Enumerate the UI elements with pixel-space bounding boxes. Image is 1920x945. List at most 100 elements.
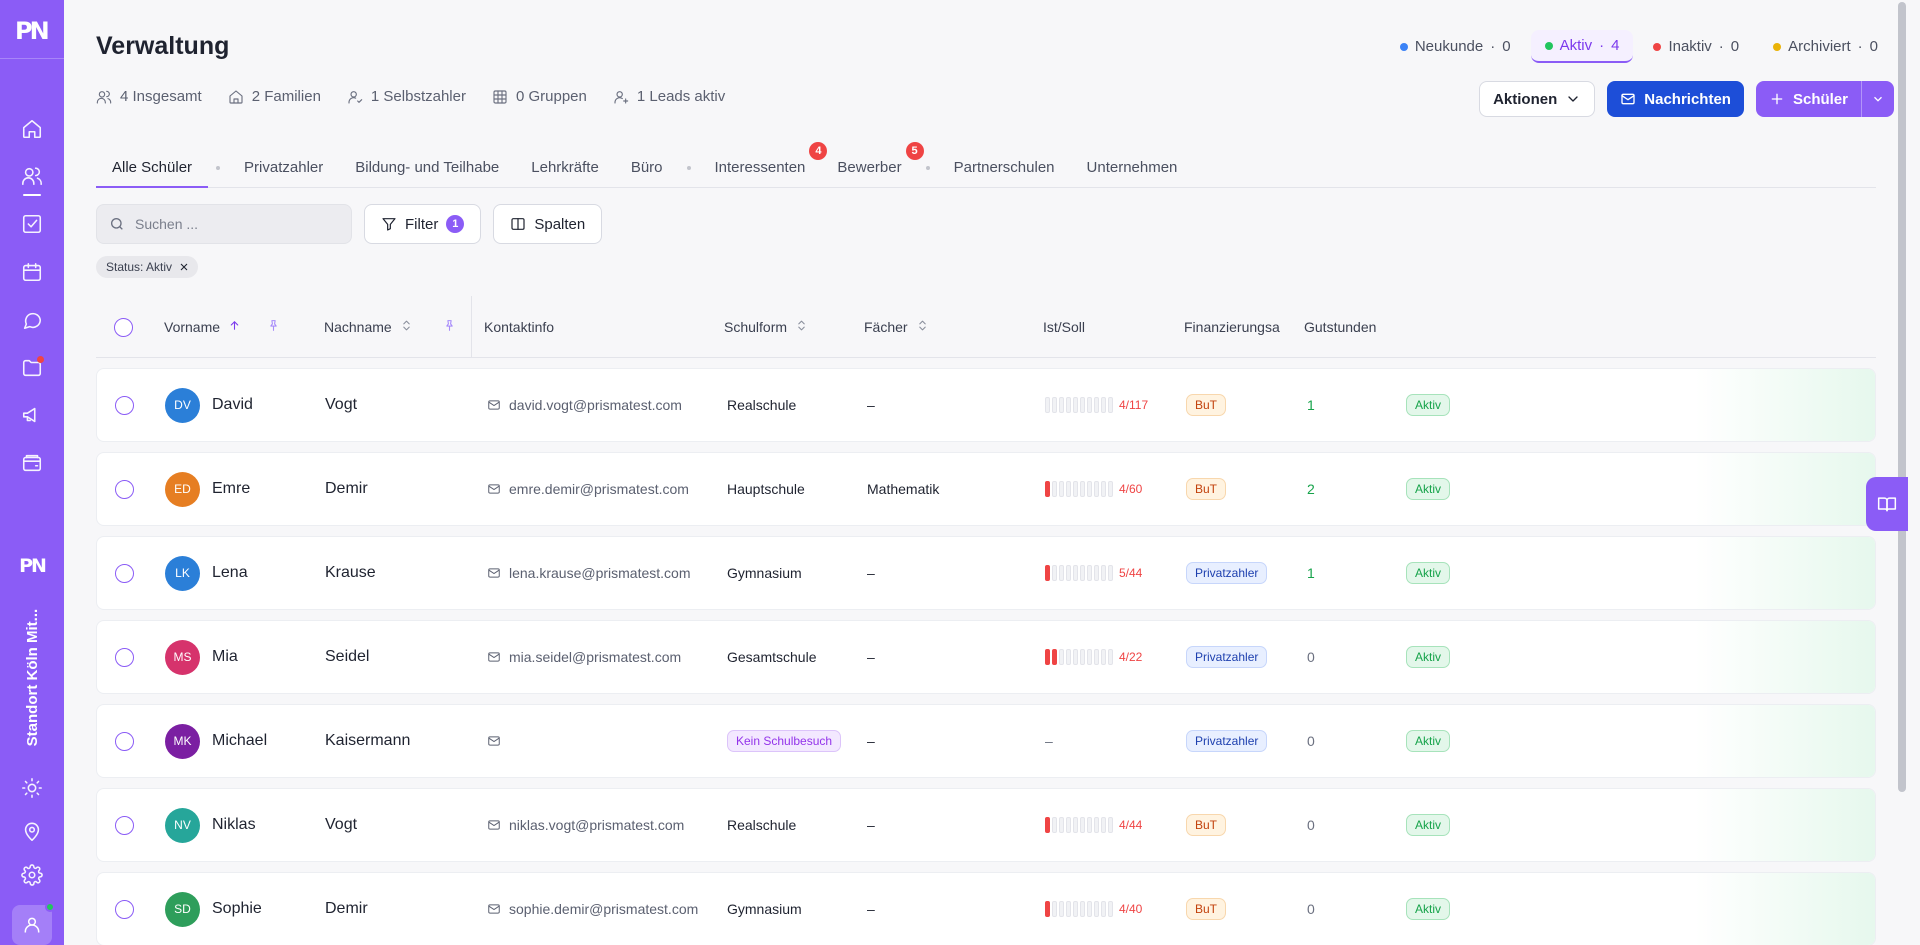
- filter-chip-label: Status: Aktiv: [106, 260, 173, 274]
- row-checkbox[interactable]: [115, 899, 134, 919]
- sidebar-item-locations[interactable]: [12, 812, 52, 852]
- columns-button[interactable]: Spalten: [493, 204, 603, 244]
- progress-segment: [1094, 481, 1099, 497]
- column-header-schulform[interactable]: Schulform: [724, 296, 808, 358]
- sidebar: PN PN Standort Köln Mit...: [0, 0, 64, 945]
- sidebar-item-calendar[interactable]: [12, 252, 52, 292]
- mail-icon: [488, 484, 500, 494]
- sort-button[interactable]: [916, 319, 929, 335]
- column-header-nachname[interactable]: Nachname: [324, 296, 456, 358]
- pin-icon: [270, 320, 277, 331]
- app-logo[interactable]: PN: [15, 14, 49, 46]
- contact-cell[interactable]: mia.seidel@prismatest.com: [487, 621, 681, 693]
- actions-dropdown-button[interactable]: Aktionen: [1479, 81, 1596, 117]
- filter-button[interactable]: Filter 1: [364, 204, 482, 244]
- status-tab-inaktiv[interactable]: Inaktiv · 0: [1639, 30, 1753, 63]
- tab-bewerber[interactable]: Bewerber 5: [821, 141, 924, 188]
- row-checkbox[interactable]: [115, 815, 134, 835]
- sidebar-item-wallet[interactable]: [12, 443, 52, 483]
- tab-unternehmen[interactable]: Unternehmen: [1071, 148, 1194, 188]
- mail-icon: [488, 400, 500, 410]
- sidebar-item-tasks[interactable]: [12, 204, 52, 244]
- progress-segment: [1073, 817, 1078, 833]
- row-checkbox[interactable]: [115, 647, 134, 667]
- contact-cell[interactable]: lena.krause@prismatest.com: [487, 537, 691, 609]
- status-tab-aktiv[interactable]: Aktiv · 4: [1530, 30, 1634, 63]
- stat-label: 1 Selbstzahler: [370, 88, 466, 105]
- user-avatar[interactable]: [12, 902, 55, 945]
- status-tab-archiviert[interactable]: Archiviert · 0: [1759, 30, 1892, 63]
- table-row[interactable]: LK Lena Krause lena.krause@prismatest.com Gy…: [96, 536, 1876, 610]
- close-icon[interactable]: [178, 261, 190, 273]
- status-badge: Aktiv: [1406, 898, 1451, 920]
- first-name-cell: DV David: [165, 369, 253, 441]
- select-all-checkbox[interactable]: [114, 317, 133, 337]
- help-docs-button[interactable]: [1866, 477, 1908, 531]
- pin-button[interactable]: [267, 319, 280, 335]
- contact-cell[interactable]: [487, 705, 509, 777]
- sort-icon: [402, 320, 410, 331]
- row-checkbox[interactable]: [115, 731, 134, 751]
- tab-partnerschulen[interactable]: Partnerschulen: [938, 148, 1071, 188]
- tab-buero[interactable]: Büro: [615, 148, 679, 188]
- add-student-menu-button[interactable]: [1861, 81, 1894, 117]
- tab-bildung-teilhabe[interactable]: Bildung- und Teilhabe: [339, 148, 515, 188]
- avatar: LK: [165, 555, 200, 591]
- search-input[interactable]: [135, 216, 335, 232]
- column-header-vorname[interactable]: Vorname: [164, 296, 280, 358]
- sidebar-item-students[interactable]: [12, 156, 52, 197]
- ist-soll-progress: [1045, 901, 1113, 917]
- table-row[interactable]: ED Emre Demir emre.demir@prismatest.com Haup…: [96, 452, 1876, 526]
- sidebar-item-files[interactable]: [12, 348, 52, 388]
- pin-button[interactable]: [443, 319, 456, 335]
- contact-cell[interactable]: emre.demir@prismatest.com: [487, 453, 689, 525]
- add-student-button[interactable]: Schüler: [1755, 81, 1861, 117]
- status-tab-neukunde[interactable]: Neukunde · 0: [1386, 30, 1525, 63]
- row-checkbox[interactable]: [115, 395, 134, 415]
- tab-lehrkraefte[interactable]: Lehrkräfte: [515, 148, 615, 188]
- sidebar-item-chat[interactable]: [12, 300, 52, 340]
- contact-cell[interactable]: niklas.vogt@prismatest.com: [487, 789, 684, 861]
- subjects: –: [867, 565, 875, 581]
- ist-soll-progress: [1045, 565, 1113, 581]
- financing-badge: BuT: [1186, 814, 1227, 836]
- tab-alle-schueler[interactable]: Alle Schüler: [96, 148, 209, 188]
- first-name-cell: LK Lena: [165, 537, 248, 609]
- progress-segment: [1108, 649, 1113, 665]
- progress-segment: [1059, 397, 1064, 413]
- sidebar-item-home[interactable]: [12, 109, 52, 149]
- sort-button[interactable]: [795, 319, 808, 335]
- pin-icon: [445, 320, 453, 331]
- sidebar-item-marketing[interactable]: [12, 395, 52, 435]
- progress-segment: [1101, 649, 1106, 665]
- sort-button[interactable]: [400, 319, 413, 335]
- table-row[interactable]: NV Niklas Vogt niklas.vogt@prismatest.com Re…: [96, 788, 1876, 862]
- last-name-cell: Seidel: [325, 621, 369, 693]
- book-open-icon: [1877, 497, 1897, 512]
- page-scrollbar[interactable]: [1898, 2, 1906, 792]
- table-row[interactable]: MK Michael Kaisermann Kein Schulbesuch – – Pri…: [96, 704, 1876, 778]
- row-checkbox[interactable]: [115, 479, 134, 499]
- contact-cell[interactable]: david.vogt@prismatest.com: [487, 369, 682, 441]
- row-checkbox[interactable]: [115, 563, 134, 583]
- logo-mark: PN: [15, 17, 49, 43]
- theme-toggle[interactable]: [12, 768, 52, 808]
- location-switcher[interactable]: Standort Köln Mit...: [24, 597, 41, 745]
- progress-segment: [1045, 901, 1050, 917]
- progress-segment: [1094, 565, 1099, 581]
- column-label: Ist/Soll: [1043, 319, 1086, 335]
- status-cell: Aktiv: [1406, 789, 1451, 861]
- summary-stats: 4 Insgesamt 2 Familien 1 Selbstzahler 0 …: [96, 88, 725, 105]
- table-row[interactable]: SD Sophie Demir sophie.demir@prismatest.com…: [96, 872, 1876, 945]
- progress-segment: [1108, 817, 1113, 833]
- contact-cell[interactable]: sophie.demir@prismatest.com: [487, 873, 698, 945]
- tab-interessenten[interactable]: Interessenten 4: [699, 141, 828, 188]
- column-header-faecher[interactable]: Fächer: [864, 296, 929, 358]
- table-row[interactable]: DV David Vogt david.vogt@prismatest.com Real…: [96, 368, 1876, 442]
- progress-segment: [1052, 397, 1057, 413]
- sort-button[interactable]: [228, 319, 241, 335]
- messages-button[interactable]: Nachrichten: [1607, 81, 1744, 117]
- table-row[interactable]: MS Mia Seidel mia.seidel@prismatest.com Gesa…: [96, 620, 1876, 694]
- tab-privatzahler[interactable]: Privatzahler: [228, 148, 339, 188]
- sidebar-item-settings[interactable]: [12, 856, 52, 896]
